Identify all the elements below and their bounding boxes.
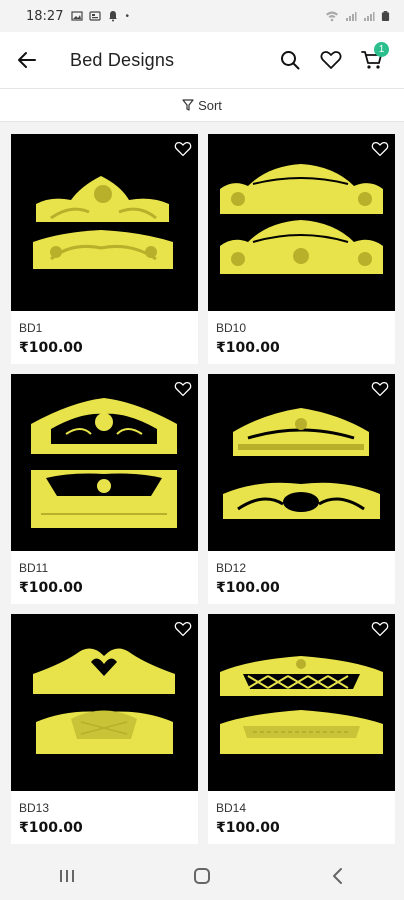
product-price: ₹100.00 bbox=[19, 820, 83, 836]
product-name: BD10 bbox=[216, 321, 247, 335]
search-button[interactable] bbox=[269, 32, 310, 88]
product-card[interactable]: BD11 ₹100.00 bbox=[11, 374, 198, 604]
product-name: BD13 bbox=[19, 801, 50, 815]
battery-icon bbox=[381, 11, 390, 21]
gallery-icon bbox=[89, 11, 102, 21]
product-image[interactable] bbox=[11, 614, 198, 791]
search-icon bbox=[280, 51, 299, 70]
heart-icon bbox=[371, 381, 389, 397]
favorite-button[interactable] bbox=[172, 138, 194, 160]
heart-icon bbox=[174, 621, 192, 637]
bed-headboard-image bbox=[33, 176, 173, 269]
product-image[interactable] bbox=[208, 374, 395, 551]
bed-headboard-image bbox=[223, 408, 380, 519]
heart-icon bbox=[174, 141, 192, 157]
product-card[interactable]: BD12 ₹100.00 bbox=[208, 374, 395, 604]
product-card[interactable]: BD1 ₹100.00 bbox=[11, 134, 198, 364]
app-bar-actions: 1 bbox=[269, 32, 392, 88]
product-card[interactable]: BD10 ₹100.00 bbox=[208, 134, 395, 364]
status-time: 18:27 bbox=[26, 8, 64, 24]
status-system-icons bbox=[325, 10, 390, 22]
wishlist-button[interactable] bbox=[310, 32, 351, 88]
product-grid: BD1 ₹100.00 BD10 ₹100.00 BD11 ₹100.00 BD… bbox=[11, 134, 395, 844]
system-back-button[interactable] bbox=[307, 852, 367, 900]
heart-icon bbox=[371, 621, 389, 637]
product-price: ₹100.00 bbox=[19, 340, 83, 356]
product-image[interactable] bbox=[208, 614, 395, 791]
product-image[interactable] bbox=[11, 134, 198, 311]
arrow-left-icon bbox=[18, 52, 36, 68]
bed-headboard-image bbox=[220, 164, 383, 274]
signal-icon bbox=[346, 12, 357, 21]
favorite-button[interactable] bbox=[369, 378, 391, 400]
sort-label: Sort bbox=[198, 97, 222, 113]
signal-icon-2 bbox=[364, 12, 375, 21]
product-price: ₹100.00 bbox=[216, 580, 280, 596]
app-screen: 18:27 • Bed Designs 1 Sort BD1 ₹100.00 B… bbox=[0, 0, 404, 900]
product-name: BD1 bbox=[19, 321, 43, 335]
app-bar: Bed Designs 1 bbox=[0, 32, 404, 88]
product-image[interactable] bbox=[208, 134, 395, 311]
home-icon bbox=[193, 868, 210, 884]
product-name: BD14 bbox=[216, 801, 247, 815]
bed-headboard-image bbox=[31, 398, 177, 528]
image-icon bbox=[71, 11, 84, 21]
system-nav-bar bbox=[0, 852, 404, 900]
product-price: ₹100.00 bbox=[216, 340, 280, 356]
status-notification-icons: • bbox=[71, 10, 129, 22]
wifi-icon bbox=[326, 11, 338, 22]
page-title: Bed Designs bbox=[70, 49, 175, 70]
bed-headboard-image bbox=[220, 656, 383, 754]
product-image[interactable] bbox=[11, 374, 198, 551]
cart-count-badge: 1 bbox=[374, 42, 389, 57]
recent-apps-icon bbox=[60, 870, 75, 882]
status-bar: 18:27 • bbox=[0, 0, 404, 32]
favorite-button[interactable] bbox=[369, 618, 391, 640]
status-dot: • bbox=[125, 10, 129, 22]
favorite-button[interactable] bbox=[369, 138, 391, 160]
product-name: BD12 bbox=[216, 561, 247, 575]
favorite-button[interactable] bbox=[172, 378, 194, 400]
product-price: ₹100.00 bbox=[19, 580, 83, 596]
product-price: ₹100.00 bbox=[216, 820, 280, 836]
product-card[interactable]: BD14 ₹100.00 bbox=[208, 614, 395, 844]
chevron-left-icon bbox=[332, 868, 342, 884]
favorite-button[interactable] bbox=[172, 618, 194, 640]
cart-button[interactable]: 1 bbox=[351, 32, 392, 88]
product-name: BD11 bbox=[19, 561, 49, 575]
bell-icon bbox=[109, 11, 118, 22]
heart-icon bbox=[174, 381, 192, 397]
product-card[interactable]: BD13 ₹100.00 bbox=[11, 614, 198, 844]
back-button[interactable] bbox=[0, 32, 54, 88]
sort-button[interactable]: Sort bbox=[0, 88, 404, 122]
home-button[interactable] bbox=[172, 852, 232, 900]
bed-headboard-image bbox=[33, 648, 175, 754]
filter-icon bbox=[182, 99, 194, 111]
recent-apps-button[interactable] bbox=[37, 852, 97, 900]
heart-icon bbox=[371, 141, 389, 157]
heart-icon bbox=[320, 51, 341, 69]
